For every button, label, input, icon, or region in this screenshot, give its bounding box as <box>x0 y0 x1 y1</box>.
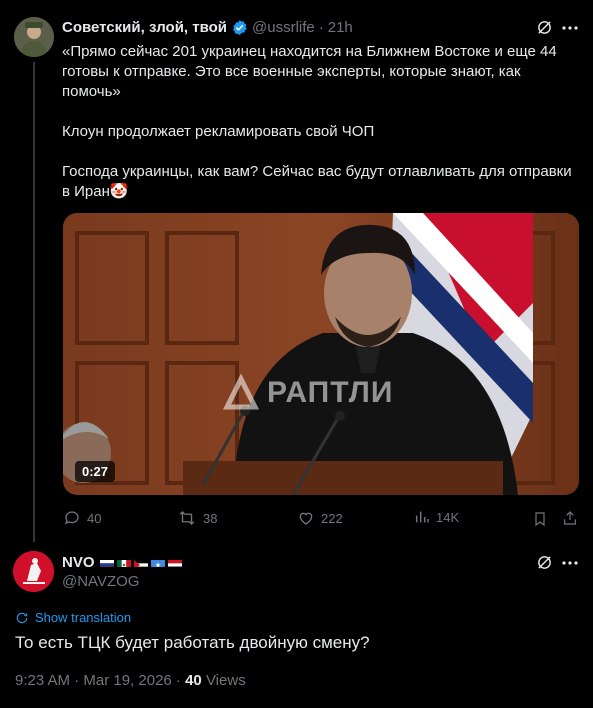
post-video[interactable]: РАПТЛИ 0:27 <box>63 213 579 495</box>
like-count: 222 <box>321 510 343 526</box>
show-translation-link[interactable]: Show translation <box>15 610 131 625</box>
post-header: Советский, злой, твой @ussrlife · 21h <box>62 17 353 37</box>
reply-timestamp[interactable]: 9:23 AM · Mar 19, 2026 · <box>15 672 185 689</box>
reply-count: 40 <box>87 510 102 526</box>
analytics-icon <box>414 509 430 525</box>
somalia-flag-icon <box>150 557 165 567</box>
yemen-flag-icon <box>167 557 182 567</box>
russia-flag-icon <box>99 557 114 567</box>
palestine-flag-icon <box>133 557 148 567</box>
video-duration-badge: 0:27 <box>75 461 116 482</box>
repost-count: 38 <box>203 510 218 526</box>
video-watermark: РАПТЛИ <box>221 373 393 413</box>
reply-author-avatar[interactable] <box>13 551 54 592</box>
views-count: 14K <box>436 509 460 525</box>
translate-icon <box>15 611 29 625</box>
reply-button[interactable]: 40 <box>63 509 101 527</box>
views-button[interactable]: 14K <box>414 509 459 525</box>
post-separator: · <box>318 18 324 36</box>
reply-icon <box>63 509 81 527</box>
share-icon[interactable] <box>562 509 578 527</box>
heart-icon <box>297 509 315 527</box>
bookmark-icon[interactable] <box>532 510 548 528</box>
grok-icon[interactable] <box>536 554 553 571</box>
video-duration: 0:27 <box>82 464 109 479</box>
reply-author-handle[interactable]: @NAVZOG <box>62 573 139 590</box>
like-button[interactable]: 222 <box>297 509 343 527</box>
thread-connector-line <box>33 62 35 542</box>
mexico-flag-icon <box>116 557 131 567</box>
post-author-avatar[interactable] <box>14 17 54 57</box>
watermark-logo-icon <box>221 373 261 413</box>
video-frame <box>63 213 579 495</box>
post-text: «Прямо сейчас 201 украинец находится на … <box>62 42 577 202</box>
watermark-text: РАПТЛИ <box>267 376 394 409</box>
verified-badge-icon <box>231 19 248 36</box>
reply-header: NVO <box>62 552 182 572</box>
post-text-paragraph-1: «Прямо сейчас 201 украинец находится на … <box>62 43 557 100</box>
reply-text: То есть ТЦК будет работать двойную смену… <box>15 633 370 652</box>
more-options-icon[interactable] <box>562 561 578 565</box>
post-author-handle[interactable]: @ussrlife <box>252 19 315 36</box>
more-options-icon[interactable] <box>562 26 578 30</box>
post-time[interactable]: 21h <box>328 19 353 36</box>
reply-author-name[interactable]: NVO <box>62 554 95 571</box>
post-author-name[interactable]: Советский, злой, твой <box>62 19 227 36</box>
post-text-paragraph-2: Клоун продолжает рекламировать свой ЧОП <box>62 123 375 140</box>
grok-icon[interactable] <box>536 19 553 36</box>
reply-views-count: 40 <box>185 672 202 689</box>
show-translation-label: Show translation <box>35 610 132 625</box>
reply-meta: 9:23 AM · Mar 19, 2026 · 40 Views <box>15 672 246 689</box>
repost-button[interactable]: 38 <box>177 509 217 527</box>
post-text-paragraph-3: Господа украинцы, как вам? Сейчас вас бу… <box>62 163 572 200</box>
reply-views-label: Views <box>201 672 246 689</box>
repost-icon <box>177 509 197 527</box>
